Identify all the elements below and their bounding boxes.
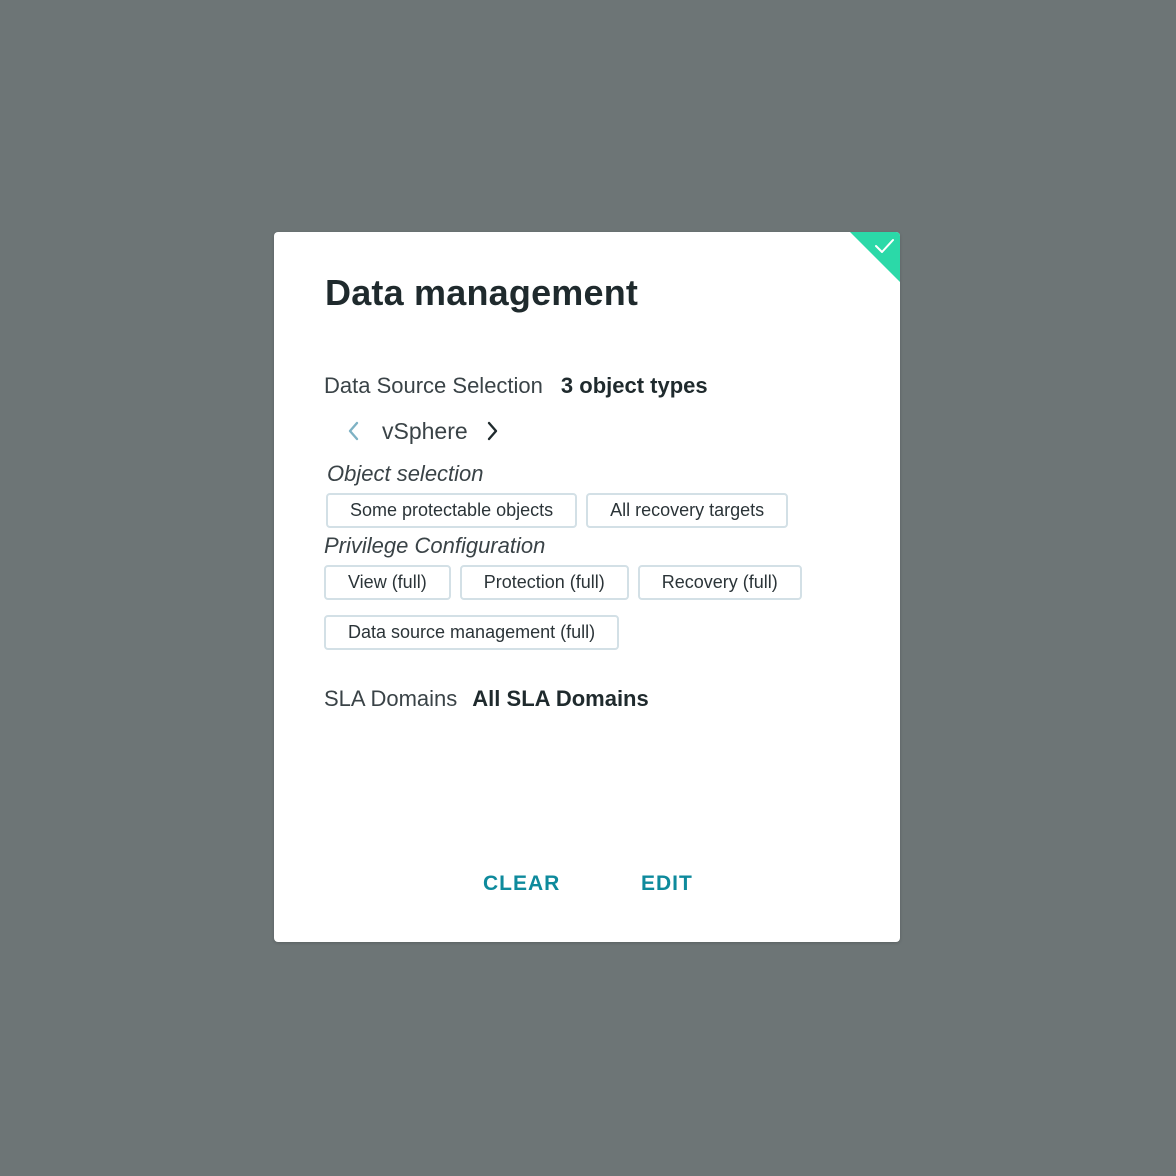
sla-domains-label: SLA Domains <box>324 686 458 711</box>
clear-button[interactable]: CLEAR <box>483 872 560 896</box>
privilege-chip: View (full) <box>324 565 451 600</box>
privilege-configuration-label: Privilege Configuration <box>324 533 546 558</box>
privilege-chip: Recovery (full) <box>637 565 802 600</box>
data-source-selection-row: Data Source Selection 3 object types <box>324 373 708 399</box>
sla-domains-row: SLA Domains All SLA Domains <box>324 686 649 712</box>
object-chip: All recovery targets <box>586 493 789 528</box>
privilege-chip: Data source management (full) <box>324 615 620 650</box>
object-chip: Some protectable objects <box>326 493 578 528</box>
chevron-left-icon[interactable] <box>344 418 362 444</box>
data-source-navigator: vSphere <box>344 416 502 446</box>
data-management-card: Data management Data Source Selection 3 … <box>274 232 900 942</box>
edit-button[interactable]: EDIT <box>641 872 693 896</box>
sla-domains-value: All SLA Domains <box>472 686 649 711</box>
data-source-selection-label: Data Source Selection <box>324 373 543 398</box>
data-source-selection-value: 3 object types <box>560 373 708 398</box>
checkmark-icon <box>875 239 894 253</box>
object-selection-chips: Some protectable objects All recovery ta… <box>326 493 789 528</box>
chevron-right-icon[interactable] <box>484 418 502 444</box>
card-title: Data management <box>325 272 639 313</box>
current-data-source: vSphere <box>382 417 468 444</box>
object-selection-label: Object selection <box>327 461 484 486</box>
privilege-chips-row-2: Data source management (full) <box>324 615 620 650</box>
privilege-chip: Protection (full) <box>459 565 629 600</box>
privilege-chips-row-1: View (full) Protection (full) Recovery (… <box>324 565 802 600</box>
card-actions: CLEAR EDIT <box>274 872 900 902</box>
